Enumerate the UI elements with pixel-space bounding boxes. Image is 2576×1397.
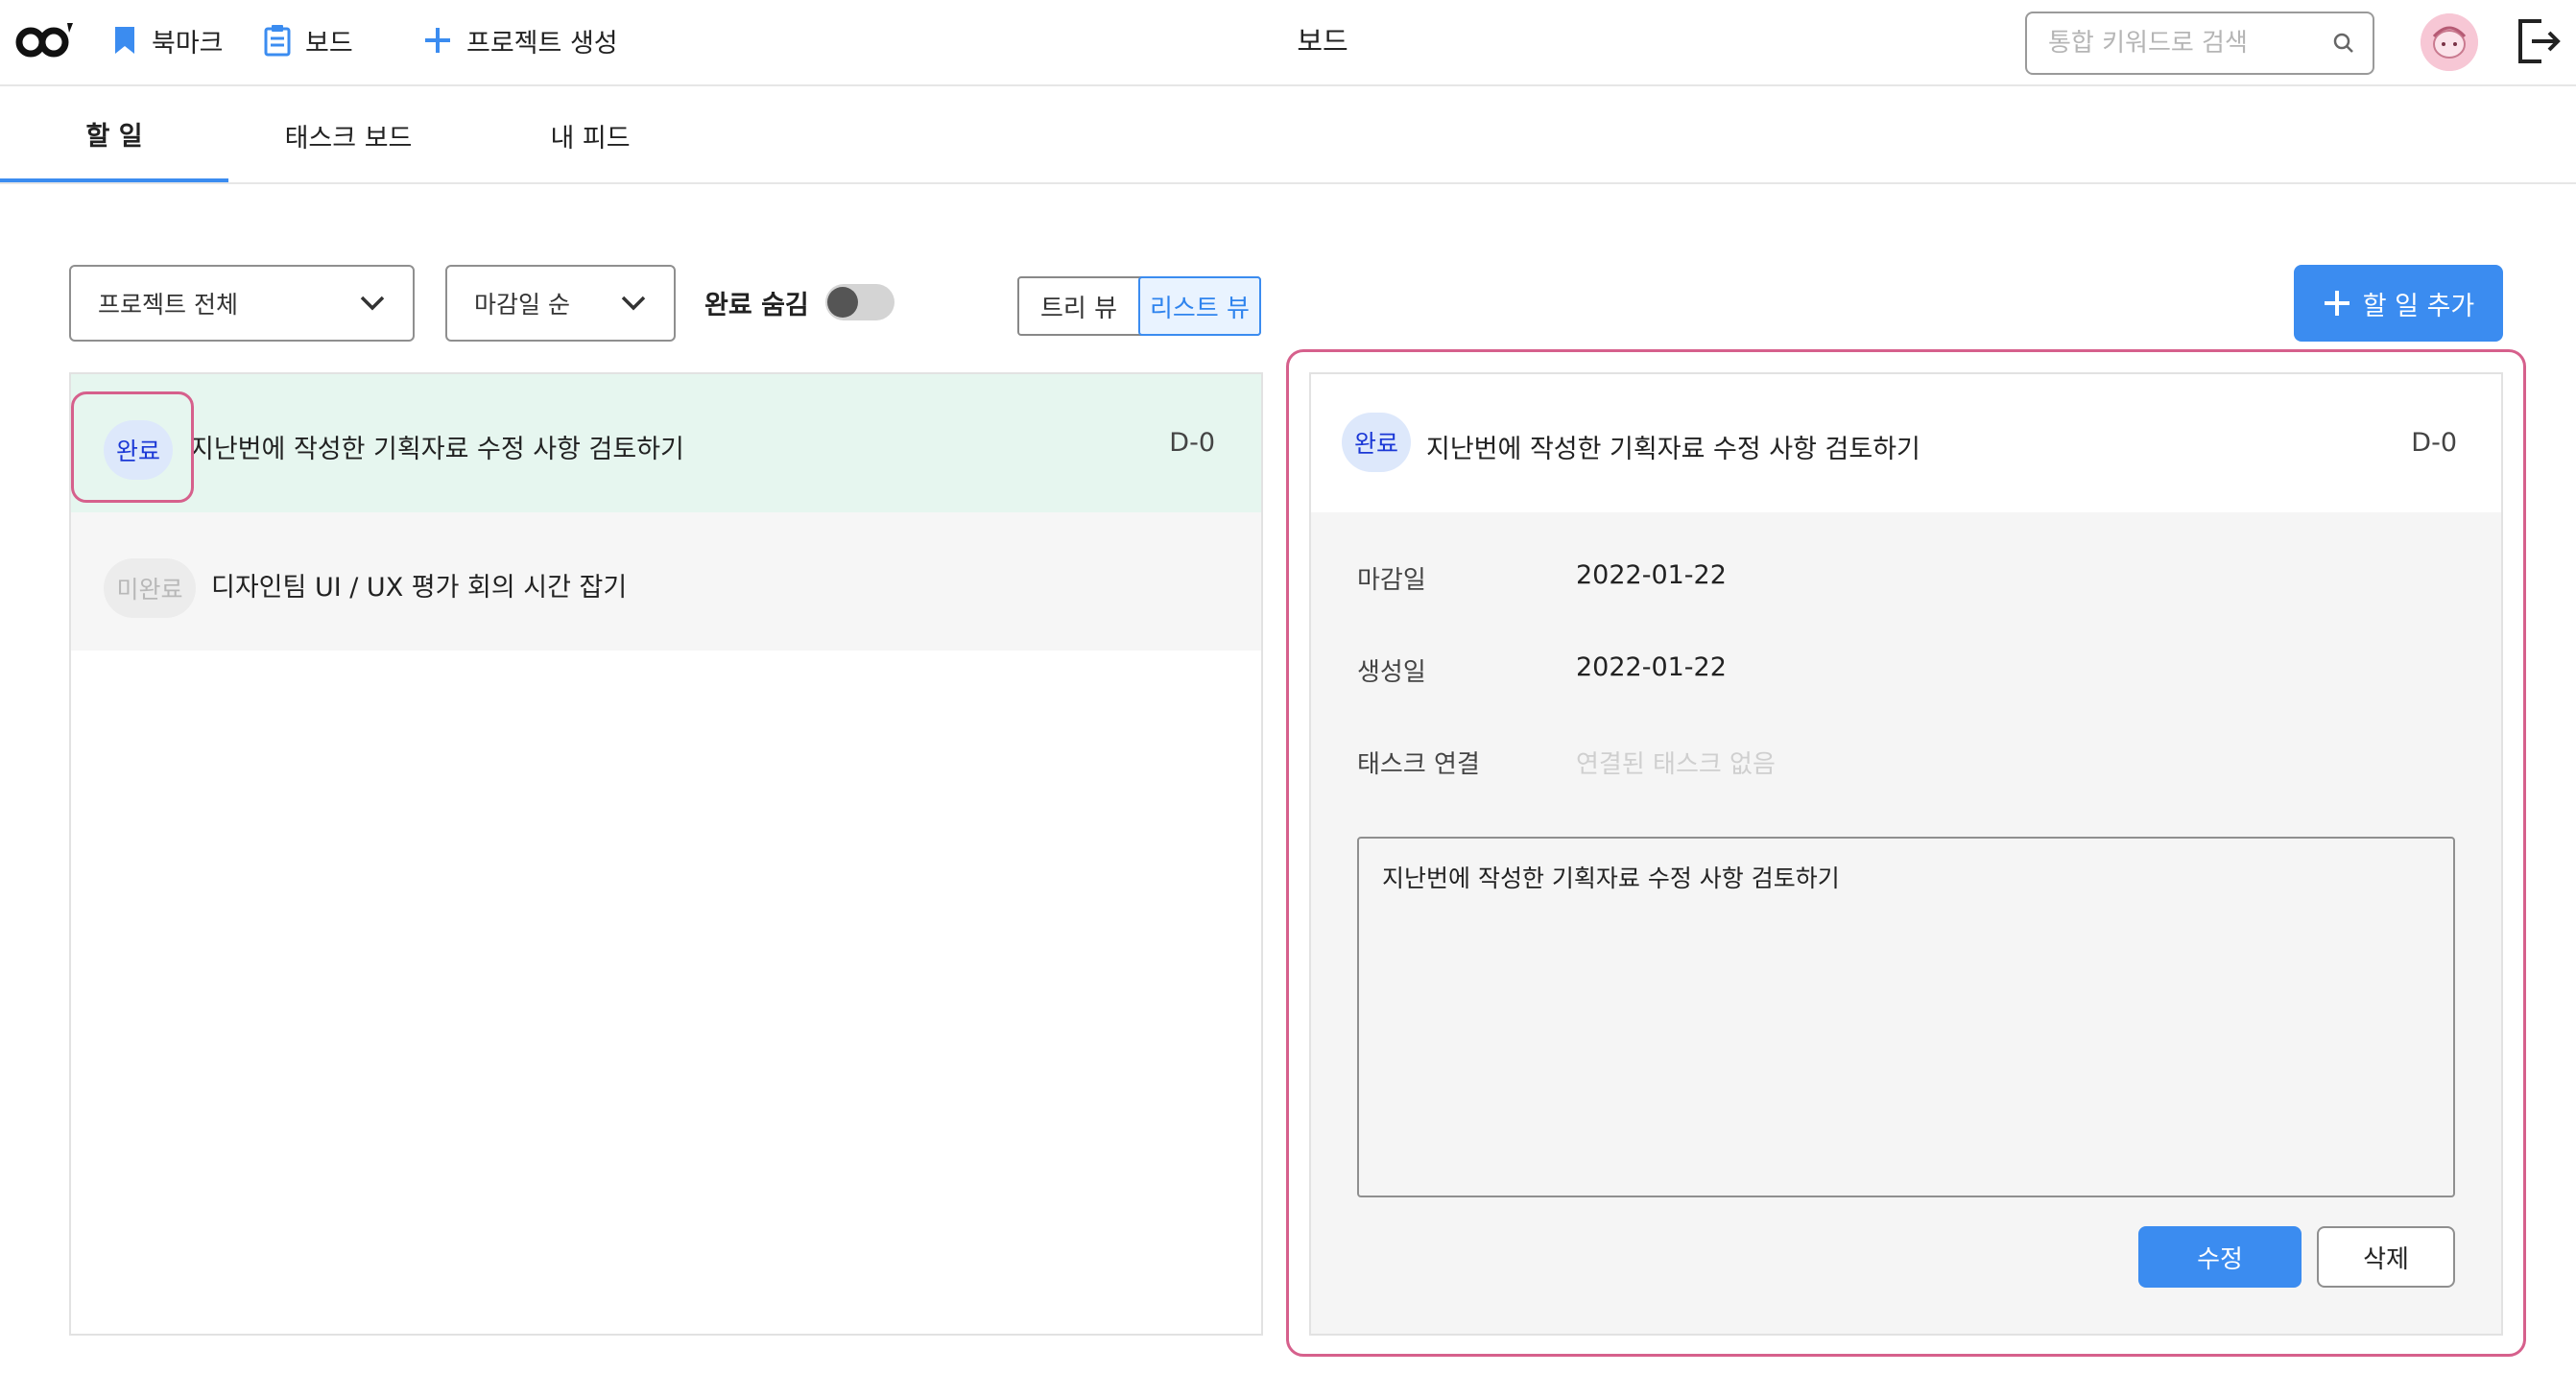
add-todo-label: 할 일 추가 xyxy=(2362,291,2475,321)
delete-button[interactable]: 삭제 xyxy=(2317,1226,2455,1288)
plus-icon xyxy=(2324,291,2349,316)
status-badge[interactable]: 완료 xyxy=(1342,413,1411,472)
add-todo-button[interactable]: 할 일 추가 xyxy=(2294,265,2503,342)
plus-icon xyxy=(425,28,450,53)
detail-header: 완료 지난번에 작성한 기획자료 수정 사항 검토하기 D-0 xyxy=(1311,374,2501,512)
bookmark-icon xyxy=(115,27,134,54)
project-filter-value: 프로젝트 전체 xyxy=(98,291,238,319)
view-switch: 트리 뷰 리스트 뷰 xyxy=(1017,276,1261,336)
tree-view-button[interactable]: 트리 뷰 xyxy=(1019,278,1138,334)
memo-textarea[interactable]: 지난번에 작성한 기획자료 수정 사항 검토하기 xyxy=(1357,837,2455,1197)
todo-title: 지난번에 작성한 기획자료 수정 사항 검토하기 xyxy=(190,435,684,464)
search-box[interactable] xyxy=(2025,12,2374,75)
sort-select[interactable]: 마감일 순 xyxy=(445,265,676,342)
nav-bookmark[interactable]: 북마크 xyxy=(111,17,224,63)
clipboard-icon xyxy=(264,25,291,57)
co-logo-icon[interactable] xyxy=(15,19,77,59)
created-date-value: 2022-01-22 xyxy=(1576,652,1727,682)
avatar[interactable] xyxy=(2421,13,2478,71)
list-view-button[interactable]: 리스트 뷰 xyxy=(1138,276,1261,336)
list-item[interactable]: 미완료 디자인팀 UI / UX 평가 회의 시간 잡기 xyxy=(71,512,1261,651)
todo-dday: D-0 xyxy=(1169,428,1215,458)
chevron-down-icon xyxy=(621,296,646,311)
hide-done-label: 완료 숨김 xyxy=(704,291,809,320)
nav-board-label: 보드 xyxy=(305,28,353,59)
nav-create-project[interactable]: 프로젝트 생성 xyxy=(422,17,618,63)
status-badge[interactable]: 미완료 xyxy=(104,558,196,618)
top-header: 북마크 보드 프로젝트 생성 보드 xyxy=(0,0,2576,86)
search-icon[interactable] xyxy=(2332,32,2355,55)
due-date-label: 마감일 xyxy=(1357,566,1426,595)
task-link-value: 연결된 태스크 없음 xyxy=(1576,750,1776,779)
todo-list: 완료 지난번에 작성한 기획자료 수정 사항 검토하기 D-0 미완료 디자인팀… xyxy=(69,372,1263,1336)
list-item[interactable]: 완료 지난번에 작성한 기획자료 수정 사항 검토하기 D-0 xyxy=(71,374,1261,512)
due-date-value: 2022-01-22 xyxy=(1576,560,1727,590)
nav-create-project-label: 프로젝트 생성 xyxy=(466,28,618,59)
todo-detail-panel: 완료 지난번에 작성한 기획자료 수정 사항 검토하기 D-0 마감일 2022… xyxy=(1309,372,2503,1336)
hide-done-toggle[interactable] xyxy=(825,284,894,320)
todo-title: 디자인팀 UI / UX 평가 회의 시간 잡기 xyxy=(211,573,628,603)
chevron-down-icon xyxy=(360,296,385,311)
sort-value: 마감일 순 xyxy=(474,291,570,319)
tab-bar: 할 일 태스크 보드 내 피드 xyxy=(0,88,2576,184)
search-input[interactable] xyxy=(2048,29,2332,58)
tab-todo[interactable]: 할 일 xyxy=(0,88,228,182)
created-date-label: 생성일 xyxy=(1357,658,1426,687)
project-filter-select[interactable]: 프로젝트 전체 xyxy=(69,265,415,342)
tab-my-feed[interactable]: 내 피드 xyxy=(499,88,681,182)
detail-dday: D-0 xyxy=(2411,428,2457,458)
task-link-label: 태스크 연결 xyxy=(1357,750,1480,779)
page-title: 보드 xyxy=(1297,25,1348,58)
logout-icon[interactable] xyxy=(2515,17,2561,65)
detail-title: 지난번에 작성한 기획자료 수정 사항 검토하기 xyxy=(1426,435,1920,464)
status-badge[interactable]: 완료 xyxy=(104,420,173,480)
avatar-illustration-icon xyxy=(2421,13,2478,71)
nav-board[interactable]: 보드 xyxy=(263,17,353,63)
edit-button[interactable]: 수정 xyxy=(2138,1226,2302,1288)
nav-bookmark-label: 북마크 xyxy=(152,28,224,59)
toggle-knob xyxy=(827,287,858,318)
tab-task-board[interactable]: 태스크 보드 xyxy=(257,88,440,182)
